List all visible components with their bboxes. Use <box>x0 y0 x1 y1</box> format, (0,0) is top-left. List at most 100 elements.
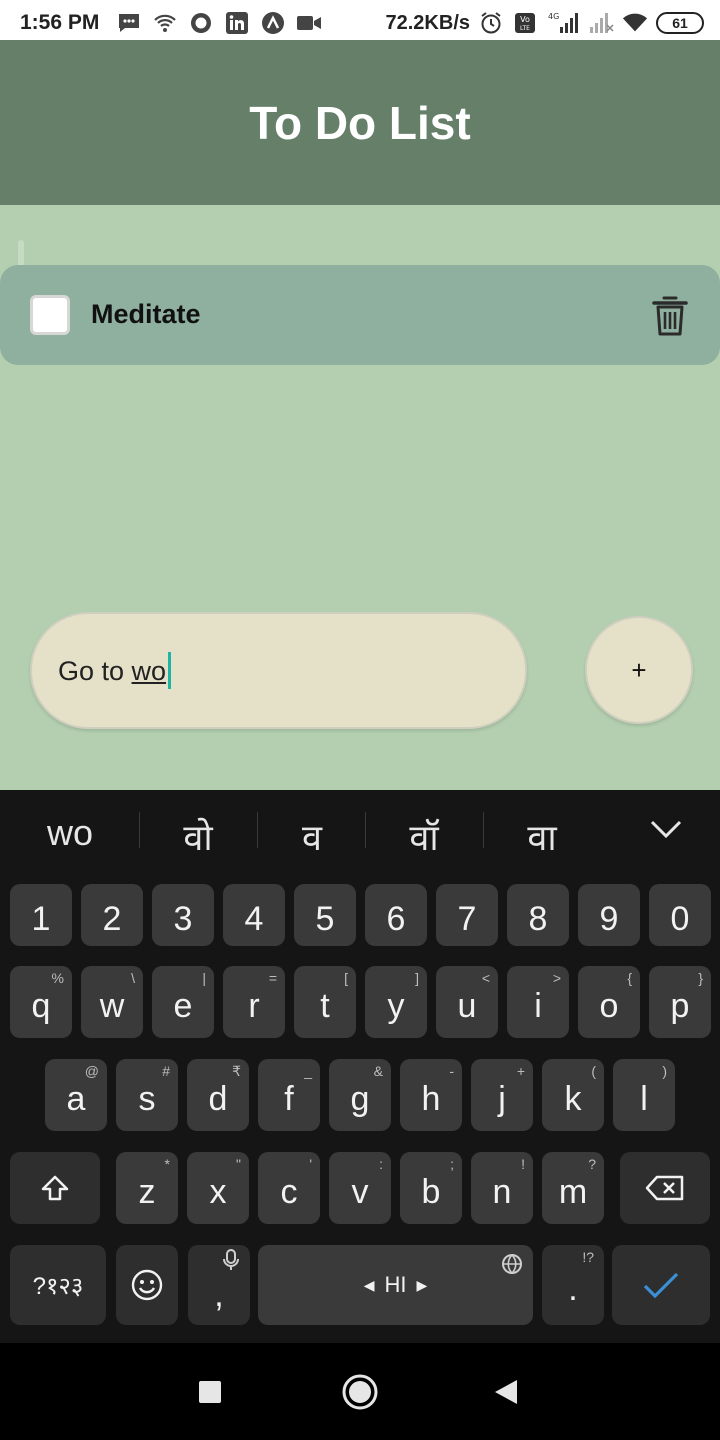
delete-icon[interactable] <box>650 295 690 337</box>
add-todo-button[interactable]: + <box>585 616 693 724</box>
key-hint-label: " <box>236 1156 241 1172</box>
key-x[interactable]: " x <box>187 1152 249 1224</box>
key-hint-label: & <box>373 1063 383 1079</box>
shift-key[interactable] <box>10 1152 100 1224</box>
key-label: 4 <box>244 899 264 938</box>
key-label: j <box>498 1079 506 1118</box>
key-v[interactable]: :v <box>329 1152 391 1224</box>
signal-icon: 4G <box>546 11 580 35</box>
key-f[interactable]: _ f <box>258 1059 320 1131</box>
key-q[interactable]: % q <box>10 966 72 1038</box>
key-9[interactable]: 9 <box>578 884 640 946</box>
key-label: a <box>66 1079 86 1118</box>
globe-icon <box>501 1253 523 1278</box>
key-c[interactable]: ' c <box>258 1152 320 1224</box>
key-6[interactable]: 6 <box>365 884 427 946</box>
comma-key[interactable]: , <box>188 1245 250 1325</box>
hotspot-icon <box>152 11 178 35</box>
key-hint-label: = <box>268 970 277 986</box>
key-l[interactable]: ) l <box>613 1059 675 1131</box>
key-label: v <box>351 1172 369 1211</box>
key-label: z <box>138 1172 156 1211</box>
key-hint-label: ( <box>591 1063 596 1079</box>
suggestion-item[interactable]: wo <box>20 812 120 854</box>
key-j[interactable]: + j <box>471 1059 533 1131</box>
suggestion-item[interactable]: वा <box>492 812 592 861</box>
status-icons-right: 72.2KB/s Vo LTE 4G 61 <box>386 11 704 35</box>
key-h[interactable]: -h <box>400 1059 462 1131</box>
comma-key-label: , <box>214 1275 224 1314</box>
key-z[interactable]: * z <box>116 1152 178 1224</box>
key-w[interactable]: \ w <box>81 966 143 1038</box>
key-hint-label: ? <box>588 1156 596 1172</box>
key-u[interactable]: < u <box>436 966 498 1038</box>
key-t[interactable]: [t <box>294 966 356 1038</box>
key-label: b <box>421 1172 441 1211</box>
suggestion-divider <box>365 812 366 848</box>
key-n[interactable]: ! n <box>471 1152 533 1224</box>
key-8[interactable]: 8 <box>507 884 569 946</box>
key-hint-label: ) <box>662 1063 667 1079</box>
key-label: h <box>421 1079 441 1118</box>
key-label: m <box>558 1172 588 1211</box>
chevron-down-icon[interactable] <box>646 810 686 850</box>
space-key[interactable]: ◀ HI ▶ <box>258 1245 533 1325</box>
key-5[interactable]: 5 <box>294 884 356 946</box>
todo-input-text[interactable]: Go to wo <box>58 656 166 687</box>
key-4[interactable]: 4 <box>223 884 285 946</box>
key-o[interactable]: {o <box>578 966 640 1038</box>
backspace-key[interactable] <box>620 1152 710 1224</box>
key-label: 0 <box>670 899 690 938</box>
key-p[interactable]: } p <box>649 966 711 1038</box>
svg-text:LTE: LTE <box>520 25 530 32</box>
symbols-key[interactable]: ?१२३ <box>10 1245 106 1325</box>
status-time: 1:56 PM <box>20 11 100 34</box>
battery-icon: 61 <box>656 12 704 34</box>
suggestion-divider <box>257 812 258 848</box>
back-button[interactable] <box>482 1368 530 1416</box>
key-g[interactable]: & g <box>329 1059 391 1131</box>
suggestion-item[interactable]: वॉ <box>374 812 474 861</box>
key-r[interactable]: = r <box>223 966 285 1038</box>
key-hint-label: + <box>516 1063 525 1079</box>
key-b[interactable]: ; b <box>400 1152 462 1224</box>
key-label: o <box>599 986 619 1025</box>
key-i[interactable]: > i <box>507 966 569 1038</box>
key-label: c <box>280 1172 298 1211</box>
recents-button[interactable] <box>186 1368 234 1416</box>
key-a[interactable]: @ a <box>45 1059 107 1131</box>
key-label: 6 <box>386 899 406 938</box>
todo-checkbox[interactable] <box>30 295 70 335</box>
suggestion-item[interactable]: व <box>262 812 362 861</box>
key-y[interactable]: ] y <box>365 966 427 1038</box>
key-hint-label: ' <box>309 1156 312 1172</box>
key-hint-label: < <box>481 970 490 986</box>
key-s[interactable]: # s <box>116 1059 178 1131</box>
key-m[interactable]: ? m <box>542 1152 604 1224</box>
done-key[interactable] <box>612 1245 710 1325</box>
key-label: r <box>248 986 260 1025</box>
key-k[interactable]: (k <box>542 1059 604 1131</box>
microphone-icon <box>222 1249 240 1274</box>
page-title: To Do List <box>249 96 471 149</box>
home-button[interactable] <box>336 1368 384 1416</box>
key-2[interactable]: 2 <box>81 884 143 946</box>
network-type-label: 4G <box>548 12 559 21</box>
app-bar: To Do List <box>0 40 720 205</box>
emoji-key[interactable] <box>116 1245 178 1325</box>
key-0[interactable]: 0 <box>649 884 711 946</box>
key-d[interactable]: ₹ d <box>187 1059 249 1131</box>
key-7[interactable]: 7 <box>436 884 498 946</box>
triangle-back-icon <box>495 1380 517 1404</box>
key-hint-label: % <box>51 970 64 986</box>
svg-text:Vo: Vo <box>520 15 530 24</box>
square-icon <box>199 1381 221 1403</box>
key-e[interactable]: | e <box>152 966 214 1038</box>
key-1[interactable]: 1 <box>10 884 72 946</box>
key-hint-label: } <box>698 970 703 986</box>
period-key[interactable]: !? . <box>542 1245 604 1325</box>
suggestion-item[interactable]: वो <box>148 812 248 861</box>
key-label: 2 <box>102 899 122 938</box>
key-label: g <box>350 1079 370 1118</box>
key-3[interactable]: 3 <box>152 884 214 946</box>
